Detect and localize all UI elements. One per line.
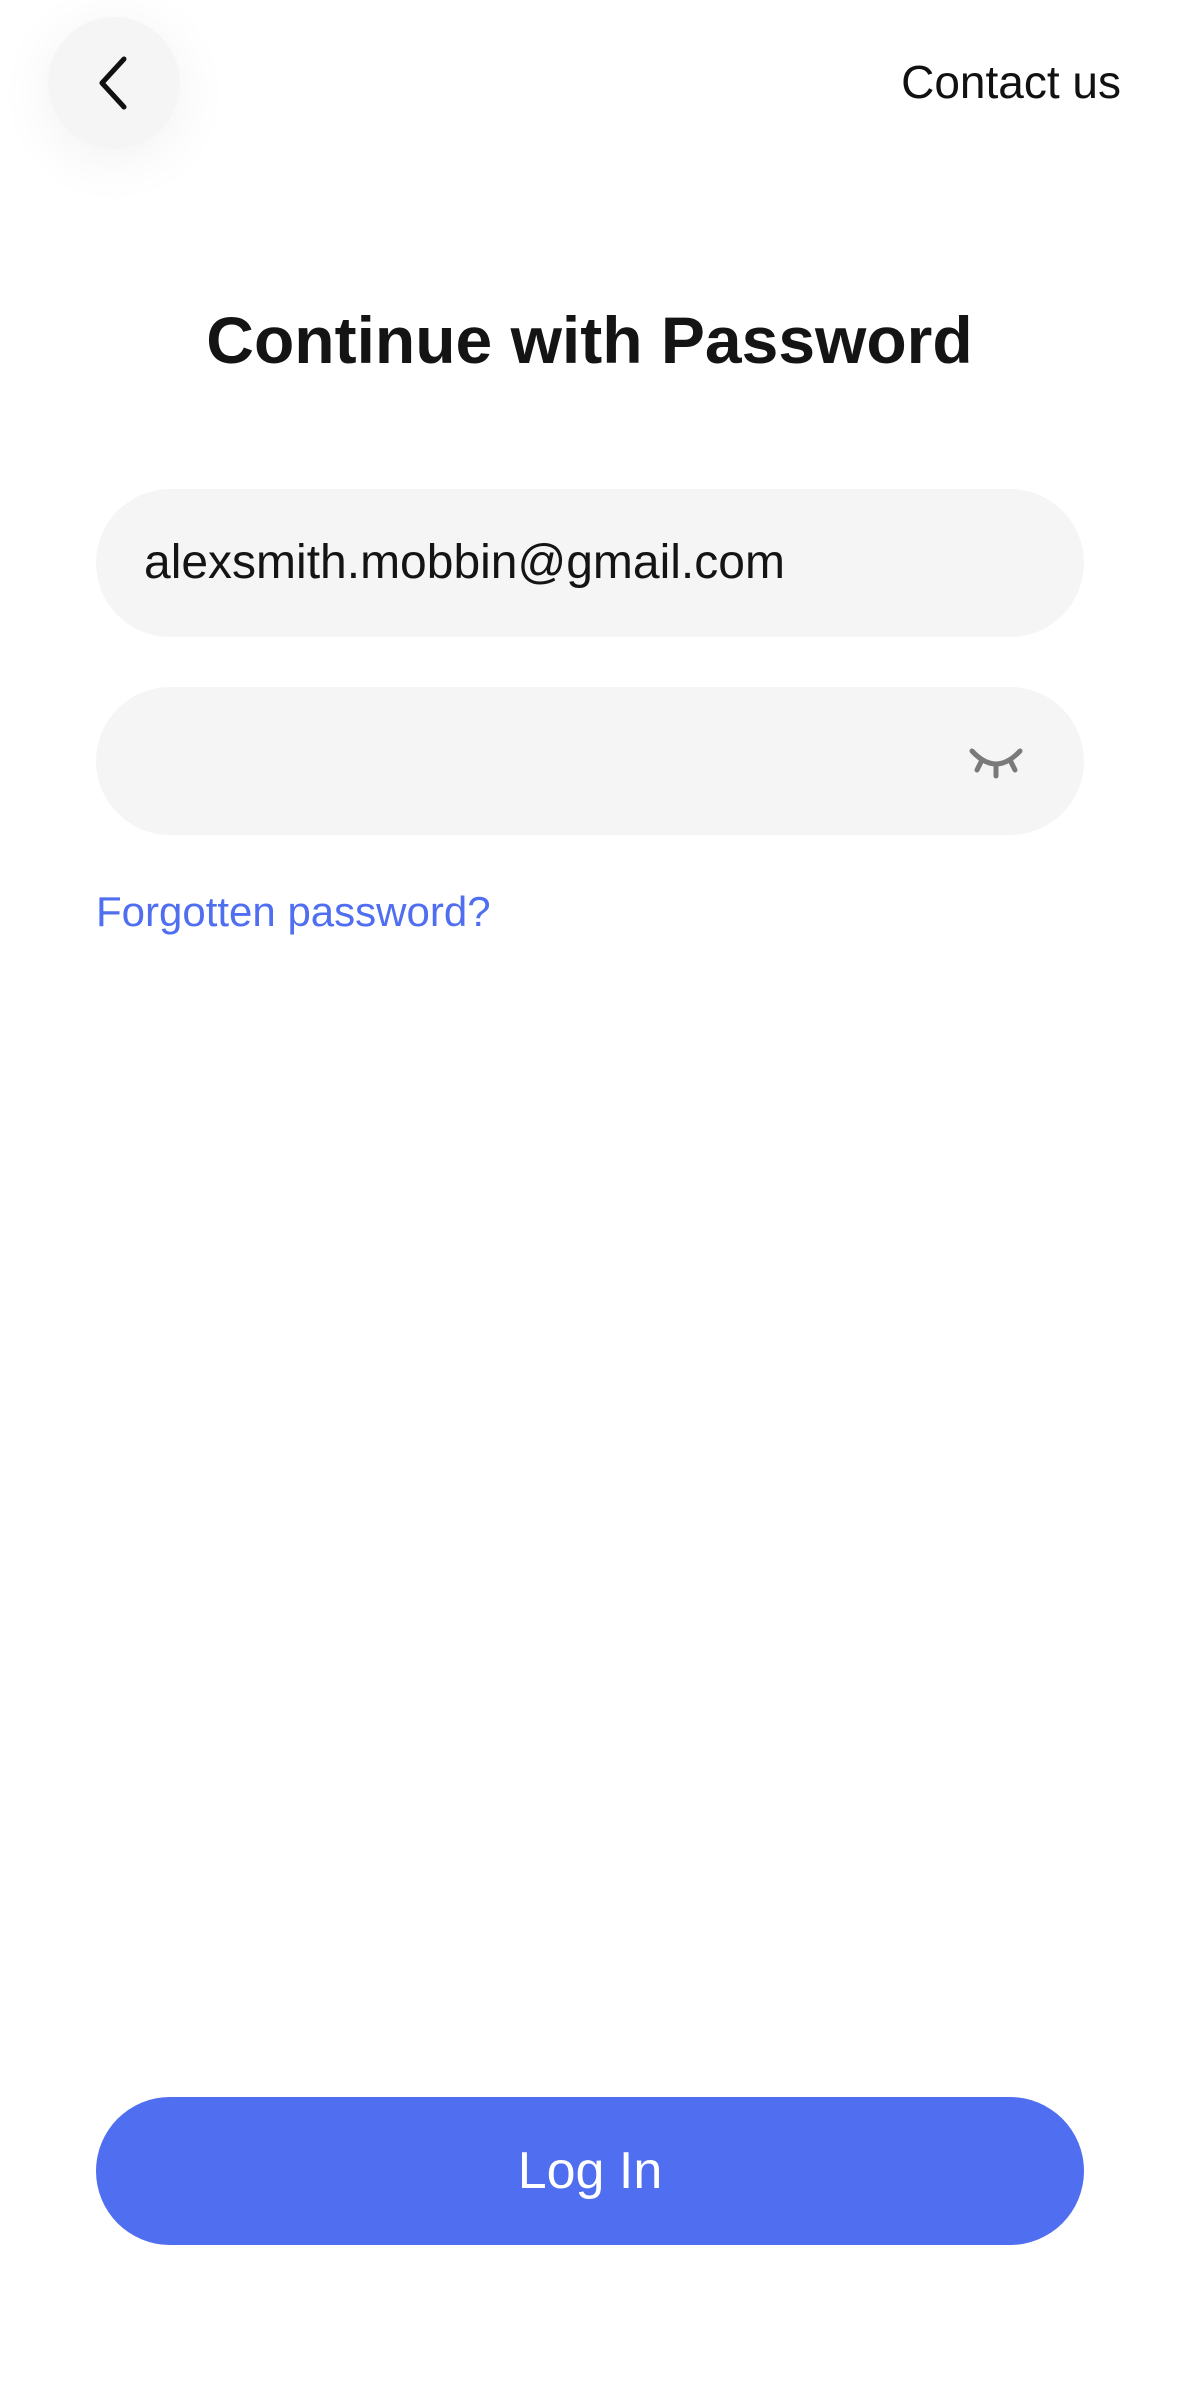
login-button-label: Log In bbox=[517, 2142, 663, 2200]
email-field[interactable]: alexsmith.mobbin@gmail.com bbox=[96, 489, 1084, 637]
contact-us-link[interactable]: Contact us bbox=[901, 52, 1121, 112]
email-value: alexsmith.mobbin@gmail.com bbox=[144, 536, 785, 589]
login-button[interactable]: Log In bbox=[96, 2097, 1084, 2245]
forgot-password-link[interactable]: Forgotten password? bbox=[96, 884, 491, 940]
password-field[interactable] bbox=[96, 687, 1084, 835]
page-title: Continue with Password bbox=[206, 303, 973, 377]
eye-closed-icon[interactable] bbox=[964, 737, 1028, 785]
back-button[interactable] bbox=[48, 17, 180, 149]
password-input[interactable] bbox=[144, 687, 944, 835]
chevron-left-icon bbox=[90, 53, 138, 113]
